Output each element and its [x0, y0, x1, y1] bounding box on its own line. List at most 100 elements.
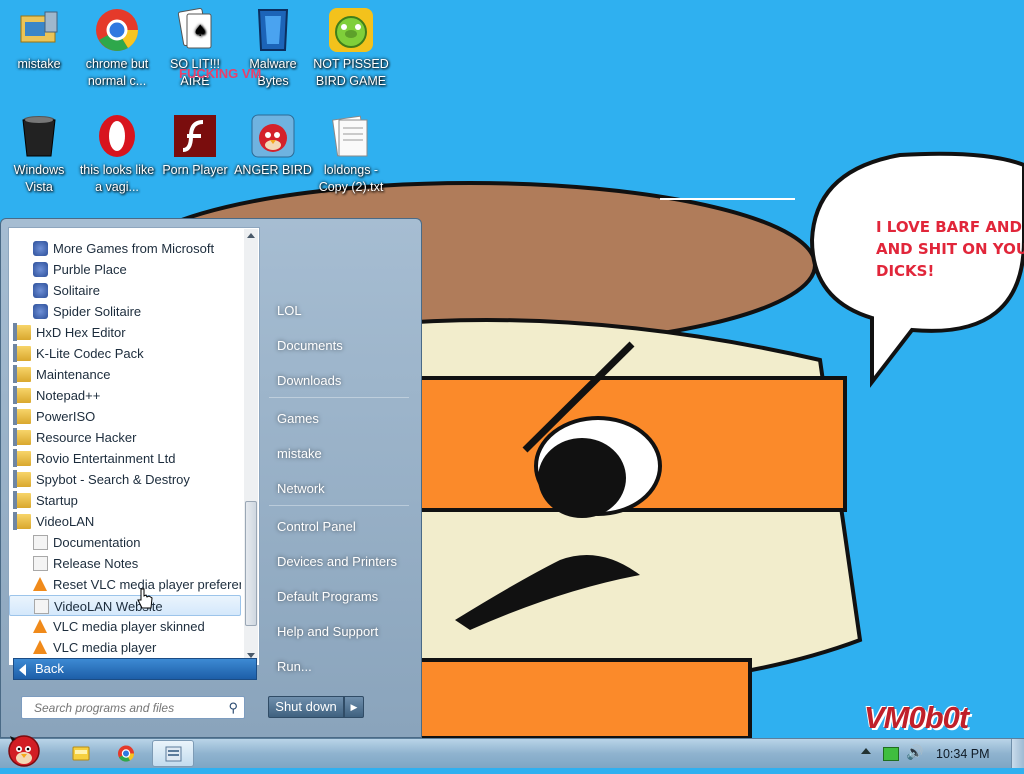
desktop-icon[interactable]: this looks like a vagi...	[78, 112, 156, 196]
folder-icon	[13, 323, 31, 341]
program-label: Notepad++	[36, 388, 101, 403]
program-icon	[165, 746, 182, 762]
show-desktop-button[interactable]	[1011, 739, 1024, 768]
start-menu-right-item[interactable]: Control Panel	[277, 519, 356, 534]
all-programs-list[interactable]: More Games from Microsoft Purble Place Sol…	[8, 227, 260, 666]
desktop-icon[interactable]: loldongs - Copy (2).txt	[312, 112, 390, 196]
search-box[interactable]: ⚲	[21, 696, 245, 719]
scroll-thumb[interactable]	[245, 501, 257, 626]
program-label: Startup	[36, 493, 78, 508]
program-label: VLC media player	[53, 640, 157, 655]
scroll-up-arrow[interactable]	[247, 233, 255, 238]
folder-icon	[13, 470, 31, 488]
folder-icon	[13, 449, 31, 467]
text-file-icon	[327, 112, 375, 160]
overlay-text: FUCKING VM	[179, 66, 262, 81]
taskbar-chrome-button[interactable]	[105, 740, 147, 767]
desktop-icon-label: Porn Player	[162, 163, 228, 177]
search-icon[interactable]: ⚲	[228, 700, 238, 716]
start-menu-right-item[interactable]: Documents	[277, 338, 343, 353]
menu-divider	[269, 505, 409, 506]
program-list-item[interactable]: Solitaire	[9, 280, 241, 301]
program-list-item[interactable]: VLC media player	[9, 637, 241, 658]
program-list-item[interactable]: Reset VLC media player preferences	[9, 574, 241, 595]
program-list-item[interactable]: PowerISO	[9, 406, 241, 427]
back-arrow-icon	[19, 664, 26, 676]
program-list-item[interactable]: Purble Place	[9, 259, 241, 280]
desktop-icon[interactable]: Porn Player	[156, 112, 234, 179]
start-menu-right-item[interactable]: mistake	[277, 446, 322, 461]
start-menu-right-item[interactable]: Help and Support	[277, 624, 378, 639]
program-list-item[interactable]: Notepad++	[9, 385, 241, 406]
program-label: Purble Place	[53, 262, 127, 277]
program-list-item[interactable]: Resource Hacker	[9, 427, 241, 448]
game-icon	[33, 241, 48, 256]
show-hidden-icons-arrow-icon[interactable]	[861, 748, 871, 754]
start-menu-right-item[interactable]: Games	[277, 411, 319, 426]
start-menu-right-item[interactable]: Default Programs	[277, 589, 378, 604]
program-list-item[interactable]: Rovio Entertainment Ltd	[9, 448, 241, 469]
shut-down-button[interactable]: Shut down	[268, 696, 344, 718]
scrollbar[interactable]	[244, 229, 258, 663]
desktop-icon-label: loldongs - Copy (2).txt	[318, 163, 384, 194]
program-label: PowerISO	[36, 409, 96, 424]
start-button[interactable]	[0, 731, 50, 769]
menu-divider	[269, 397, 409, 398]
program-list-item[interactable]: Release Notes	[9, 553, 241, 574]
folder-icon	[13, 407, 31, 425]
document-icon	[33, 535, 48, 550]
start-menu-right-item[interactable]: LOL	[277, 303, 302, 318]
system-clock[interactable]: 10:34 PM	[936, 747, 990, 761]
vlc-cone-icon	[33, 619, 47, 633]
program-label: HxD Hex Editor	[36, 325, 126, 340]
start-menu-right-item[interactable]: Network	[277, 481, 325, 496]
start-orb-icon	[8, 735, 40, 767]
desktop-icon[interactable]: NOT PISSED BIRD GAME	[312, 6, 390, 90]
flash-player-icon	[171, 112, 219, 160]
search-input[interactable]	[32, 700, 226, 716]
program-list-item[interactable]: VLC media player skinned	[9, 616, 241, 637]
program-list-item[interactable]: More Games from Microsoft	[9, 238, 241, 259]
desktop-icon[interactable]: chrome but normal c...	[78, 6, 156, 90]
recycle-bin-icon	[15, 112, 63, 160]
start-menu-right-item[interactable]: Devices and Printers	[277, 554, 397, 569]
malwarebytes-icon	[249, 6, 297, 54]
document-icon	[34, 599, 49, 614]
desktop-icon-label: this looks like a vagi...	[79, 163, 155, 194]
start-menu-right-item[interactable]: Downloads	[277, 373, 341, 388]
program-list-item[interactable]: Maintenance	[9, 364, 241, 385]
folder-icon	[13, 344, 31, 362]
network-icon[interactable]	[883, 747, 899, 761]
desktop-icon-label: NOT PISSED BIRD GAME	[313, 57, 389, 88]
program-list-item[interactable]: HxD Hex Editor	[9, 322, 241, 343]
desktop-icon[interactable]: Windows Vista	[0, 112, 78, 196]
folder-icon	[13, 365, 31, 383]
program-list-item[interactable]: Spybot - Search & Destroy	[9, 469, 241, 490]
volume-icon[interactable]: 🔊	[906, 744, 923, 761]
program-list-item[interactable]: VideoLAN	[9, 511, 241, 532]
chrome-icon	[93, 6, 141, 54]
program-label: Spider Solitaire	[53, 304, 142, 319]
vlc-cone-icon	[33, 577, 47, 591]
program-list-item[interactable]: Documentation	[9, 532, 241, 553]
taskbar-program-button[interactable]	[152, 740, 194, 767]
shut-down-options-arrow-icon[interactable]: ▶	[344, 696, 364, 718]
program-label: Spybot - Search & Destroy	[36, 472, 190, 487]
vlc-cone-icon	[33, 640, 47, 654]
start-menu-right-item[interactable]: Run...	[277, 659, 312, 674]
program-list-item[interactable]: K-Lite Codec Pack	[9, 343, 241, 364]
program-list-item[interactable]: Startup	[9, 490, 241, 511]
desktop-icon[interactable]: mistake	[0, 6, 78, 73]
program-label: More Games from Microsoft	[53, 241, 215, 256]
back-button[interactable]: Back	[13, 658, 257, 680]
folder-icon	[13, 491, 31, 509]
program-label: Documentation	[53, 535, 141, 550]
bad-piggies-icon	[327, 6, 375, 54]
start-menu: More Games from Microsoft Purble Place Sol…	[0, 218, 422, 738]
program-list-item[interactable]: Spider Solitaire	[9, 301, 241, 322]
folder-icon	[13, 386, 31, 404]
game-icon	[33, 304, 48, 319]
program-list-item[interactable]: VideoLAN Website	[9, 595, 241, 616]
taskbar-explorer-button[interactable]	[60, 740, 102, 767]
desktop-icon[interactable]: ANGER BIRD	[234, 112, 312, 179]
